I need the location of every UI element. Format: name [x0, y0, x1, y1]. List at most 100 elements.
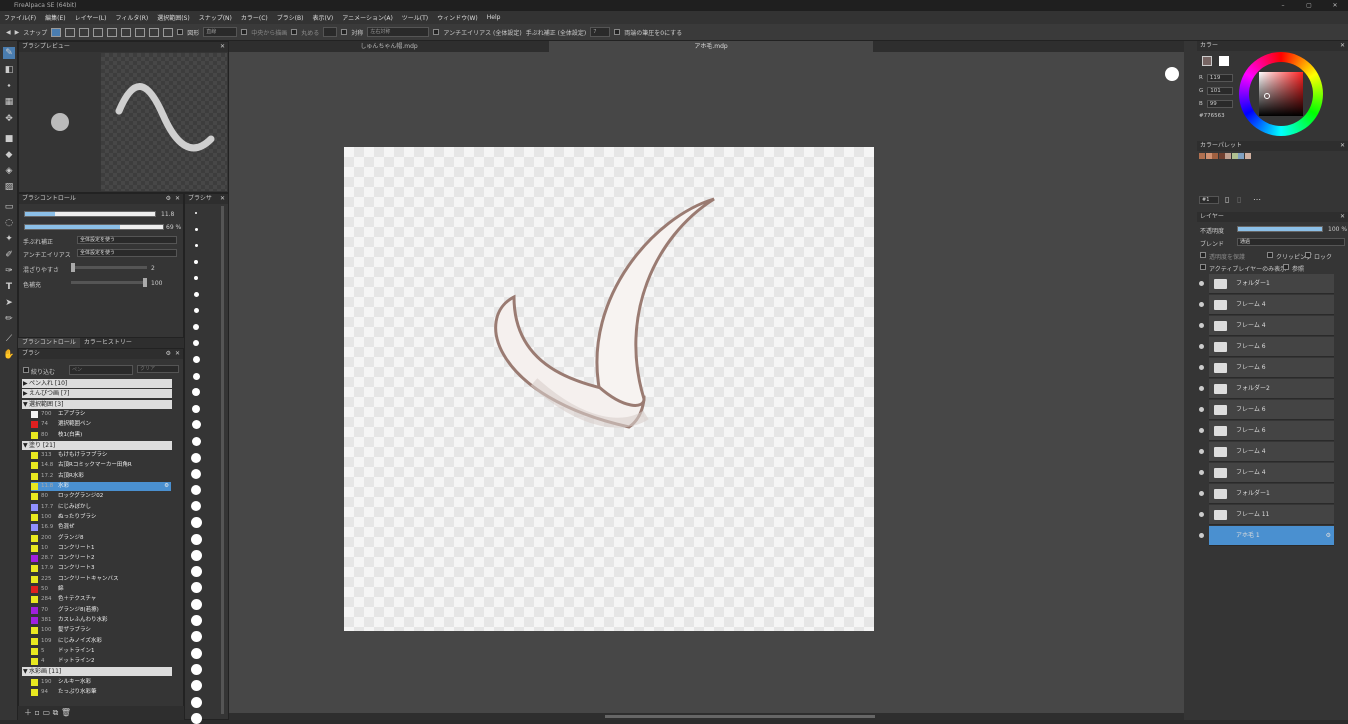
menu-item[interactable]: カラー(C) — [241, 13, 268, 22]
visibility-icon[interactable] — [1199, 323, 1204, 328]
menu-item[interactable]: フィルタ(R) — [115, 13, 148, 22]
tab-color-history[interactable]: カラーヒストリー — [80, 338, 136, 348]
primary-color-swatch[interactable] — [1202, 56, 1212, 66]
gear-icon[interactable]: ⚙ — [164, 482, 169, 491]
delete-icon[interactable]: 🗑 — [61, 708, 71, 717]
snap-settings-icon[interactable] — [163, 27, 174, 37]
brush-item[interactable]: 11.8 水彩 ⚙ — [31, 482, 171, 491]
text-tool-icon[interactable]: T — [3, 281, 15, 293]
blend-slider[interactable] — [71, 263, 147, 272]
duplicate-icon[interactable]: ⧉ — [53, 708, 59, 717]
reference-icon[interactable] — [1165, 67, 1179, 81]
eyedropper-icon[interactable]: ⟋ — [3, 333, 15, 345]
brush-size-preset[interactable] — [190, 533, 202, 545]
tab-brush-control[interactable]: ブラシコントロール — [18, 338, 80, 348]
snap-cross-icon[interactable] — [79, 27, 90, 37]
layer-row[interactable]: フォルダー2 — [1199, 379, 1334, 399]
select-pen-icon[interactable]: ✐ — [3, 249, 15, 261]
layer-row[interactable]: フォルダー1 — [1199, 484, 1334, 504]
brush-size-preset[interactable] — [190, 680, 202, 692]
brush-item[interactable]: 284 色＋テクスチャ — [31, 595, 171, 604]
round-checkbox[interactable] — [291, 29, 298, 35]
red-field[interactable]: R 119 — [1199, 74, 1233, 82]
protect-checkbox[interactable] — [1200, 252, 1206, 258]
new-brush-icon[interactable]: ▫ — [35, 708, 40, 717]
brush-size-preset[interactable] — [191, 420, 201, 430]
color-refill-slider[interactable] — [71, 278, 147, 287]
visibility-icon[interactable] — [1199, 491, 1204, 496]
snap-curve-icon[interactable] — [135, 27, 146, 37]
layer-row[interactable]: フレーム 6 — [1199, 400, 1334, 420]
close-button[interactable]: ✕ — [1322, 0, 1348, 11]
brush-size-preset[interactable] — [190, 712, 202, 724]
brush-size-preset[interactable] — [191, 452, 201, 463]
brush-size-preset[interactable] — [191, 501, 201, 512]
blue-field[interactable]: B 99 — [1199, 100, 1233, 108]
pressure-checkbox[interactable] — [614, 29, 621, 35]
brush-size-preset[interactable] — [193, 340, 199, 347]
maximize-button[interactable]: ▢ — [1296, 0, 1322, 11]
palette-swatch[interactable] — [1205, 153, 1212, 159]
brush-item[interactable]: 109 にじみノイズ水彩 — [31, 637, 171, 646]
brush-size-preset[interactable] — [194, 244, 198, 248]
layer-set-select[interactable]: #1 — [1199, 196, 1219, 204]
brush-size-preset[interactable] — [193, 308, 199, 314]
brush-item[interactable]: 381 カスレふんわり水彩 — [31, 616, 171, 625]
brush-size-preset[interactable] — [194, 259, 198, 264]
blend-mode-select[interactable]: 通過 — [1237, 238, 1345, 246]
visibility-icon[interactable] — [1199, 281, 1204, 286]
green-field[interactable]: G 101 — [1199, 87, 1234, 95]
more-icon[interactable]: ⋯ — [1253, 195, 1261, 204]
layer-row[interactable]: アホ毛 1 ⚙ — [1199, 526, 1334, 546]
folder-icon[interactable]: ▭ — [43, 708, 51, 717]
size-scrollbar[interactable] — [221, 206, 224, 714]
close-icon[interactable]: ✕ — [220, 42, 225, 52]
visibility-icon[interactable] — [1199, 470, 1204, 475]
menu-item[interactable]: レイヤー(L) — [75, 13, 107, 22]
brush-size-preset[interactable] — [193, 292, 199, 297]
filter-checkbox[interactable] — [23, 367, 29, 373]
doc-tab-active[interactable]: アホ毛.mdp — [549, 41, 873, 52]
brush-item[interactable]: 100 ぬったりブラシ — [31, 513, 171, 522]
brush-size-preset[interactable] — [191, 485, 201, 496]
delete-page-icon[interactable]: ▯ — [1237, 195, 1241, 204]
operation-tool-icon[interactable]: ➤ — [3, 297, 15, 309]
brush-size-preset[interactable] — [191, 436, 201, 446]
add-group-icon[interactable]: ＋ — [24, 708, 32, 717]
visibility-icon[interactable] — [1199, 302, 1204, 307]
menu-item[interactable]: ウィンドウ(W) — [437, 13, 478, 22]
move-tool-icon[interactable]: ✥ — [3, 113, 15, 125]
visibility-icon[interactable] — [1199, 365, 1204, 370]
layer-row[interactable]: フレーム 11 — [1199, 505, 1334, 525]
snap-3d-icon[interactable] — [149, 27, 160, 37]
brush-size-preset[interactable] — [191, 468, 201, 479]
brush-item[interactable]: 4 ドットライン2 — [31, 657, 171, 666]
brush-item[interactable]: 10 コンクリート1 — [31, 544, 171, 553]
transform-tool-icon[interactable]: ▦ — [3, 96, 15, 108]
brush-size-preset[interactable] — [193, 324, 199, 331]
reference-checkbox[interactable] — [1283, 264, 1289, 270]
brush-item[interactable]: 74 選択範囲ペン — [31, 420, 171, 429]
opacity-slider[interactable] — [24, 224, 164, 230]
visibility-icon[interactable] — [1199, 386, 1204, 391]
antialias-select[interactable]: 全体設定を使う — [77, 249, 177, 257]
close-icon[interactable]: ⚙ — [166, 349, 171, 359]
snap-off-icon[interactable] — [51, 27, 62, 37]
menu-item[interactable]: スナップ(N) — [199, 13, 232, 22]
redo-icon[interactable]: ▶ — [15, 29, 20, 36]
brush-item[interactable]: 28.7 コンクリート2 — [31, 554, 171, 563]
palette-swatch[interactable] — [1218, 153, 1225, 159]
menu-item[interactable]: 表示(V) — [312, 13, 333, 22]
stabilizer-select[interactable]: 全体設定を使う — [77, 236, 177, 244]
close-icon[interactable]: ✕ — [1340, 212, 1345, 222]
brush-size-preset[interactable] — [190, 631, 202, 643]
gradient-tool-icon[interactable]: ▨ — [3, 181, 15, 193]
brush-item[interactable]: 80 枝1(白黒) — [31, 431, 171, 440]
layer-row[interactable]: フレーム 6 — [1199, 421, 1334, 441]
snap-grid-icon[interactable] — [93, 27, 104, 37]
lock-checkbox[interactable] — [1305, 252, 1311, 258]
filter-clear-button[interactable]: クリア — [137, 365, 179, 373]
brush-size-preset[interactable] — [192, 388, 200, 397]
brush-size-preset[interactable] — [190, 615, 202, 626]
brush-size-preset[interactable] — [190, 647, 202, 659]
